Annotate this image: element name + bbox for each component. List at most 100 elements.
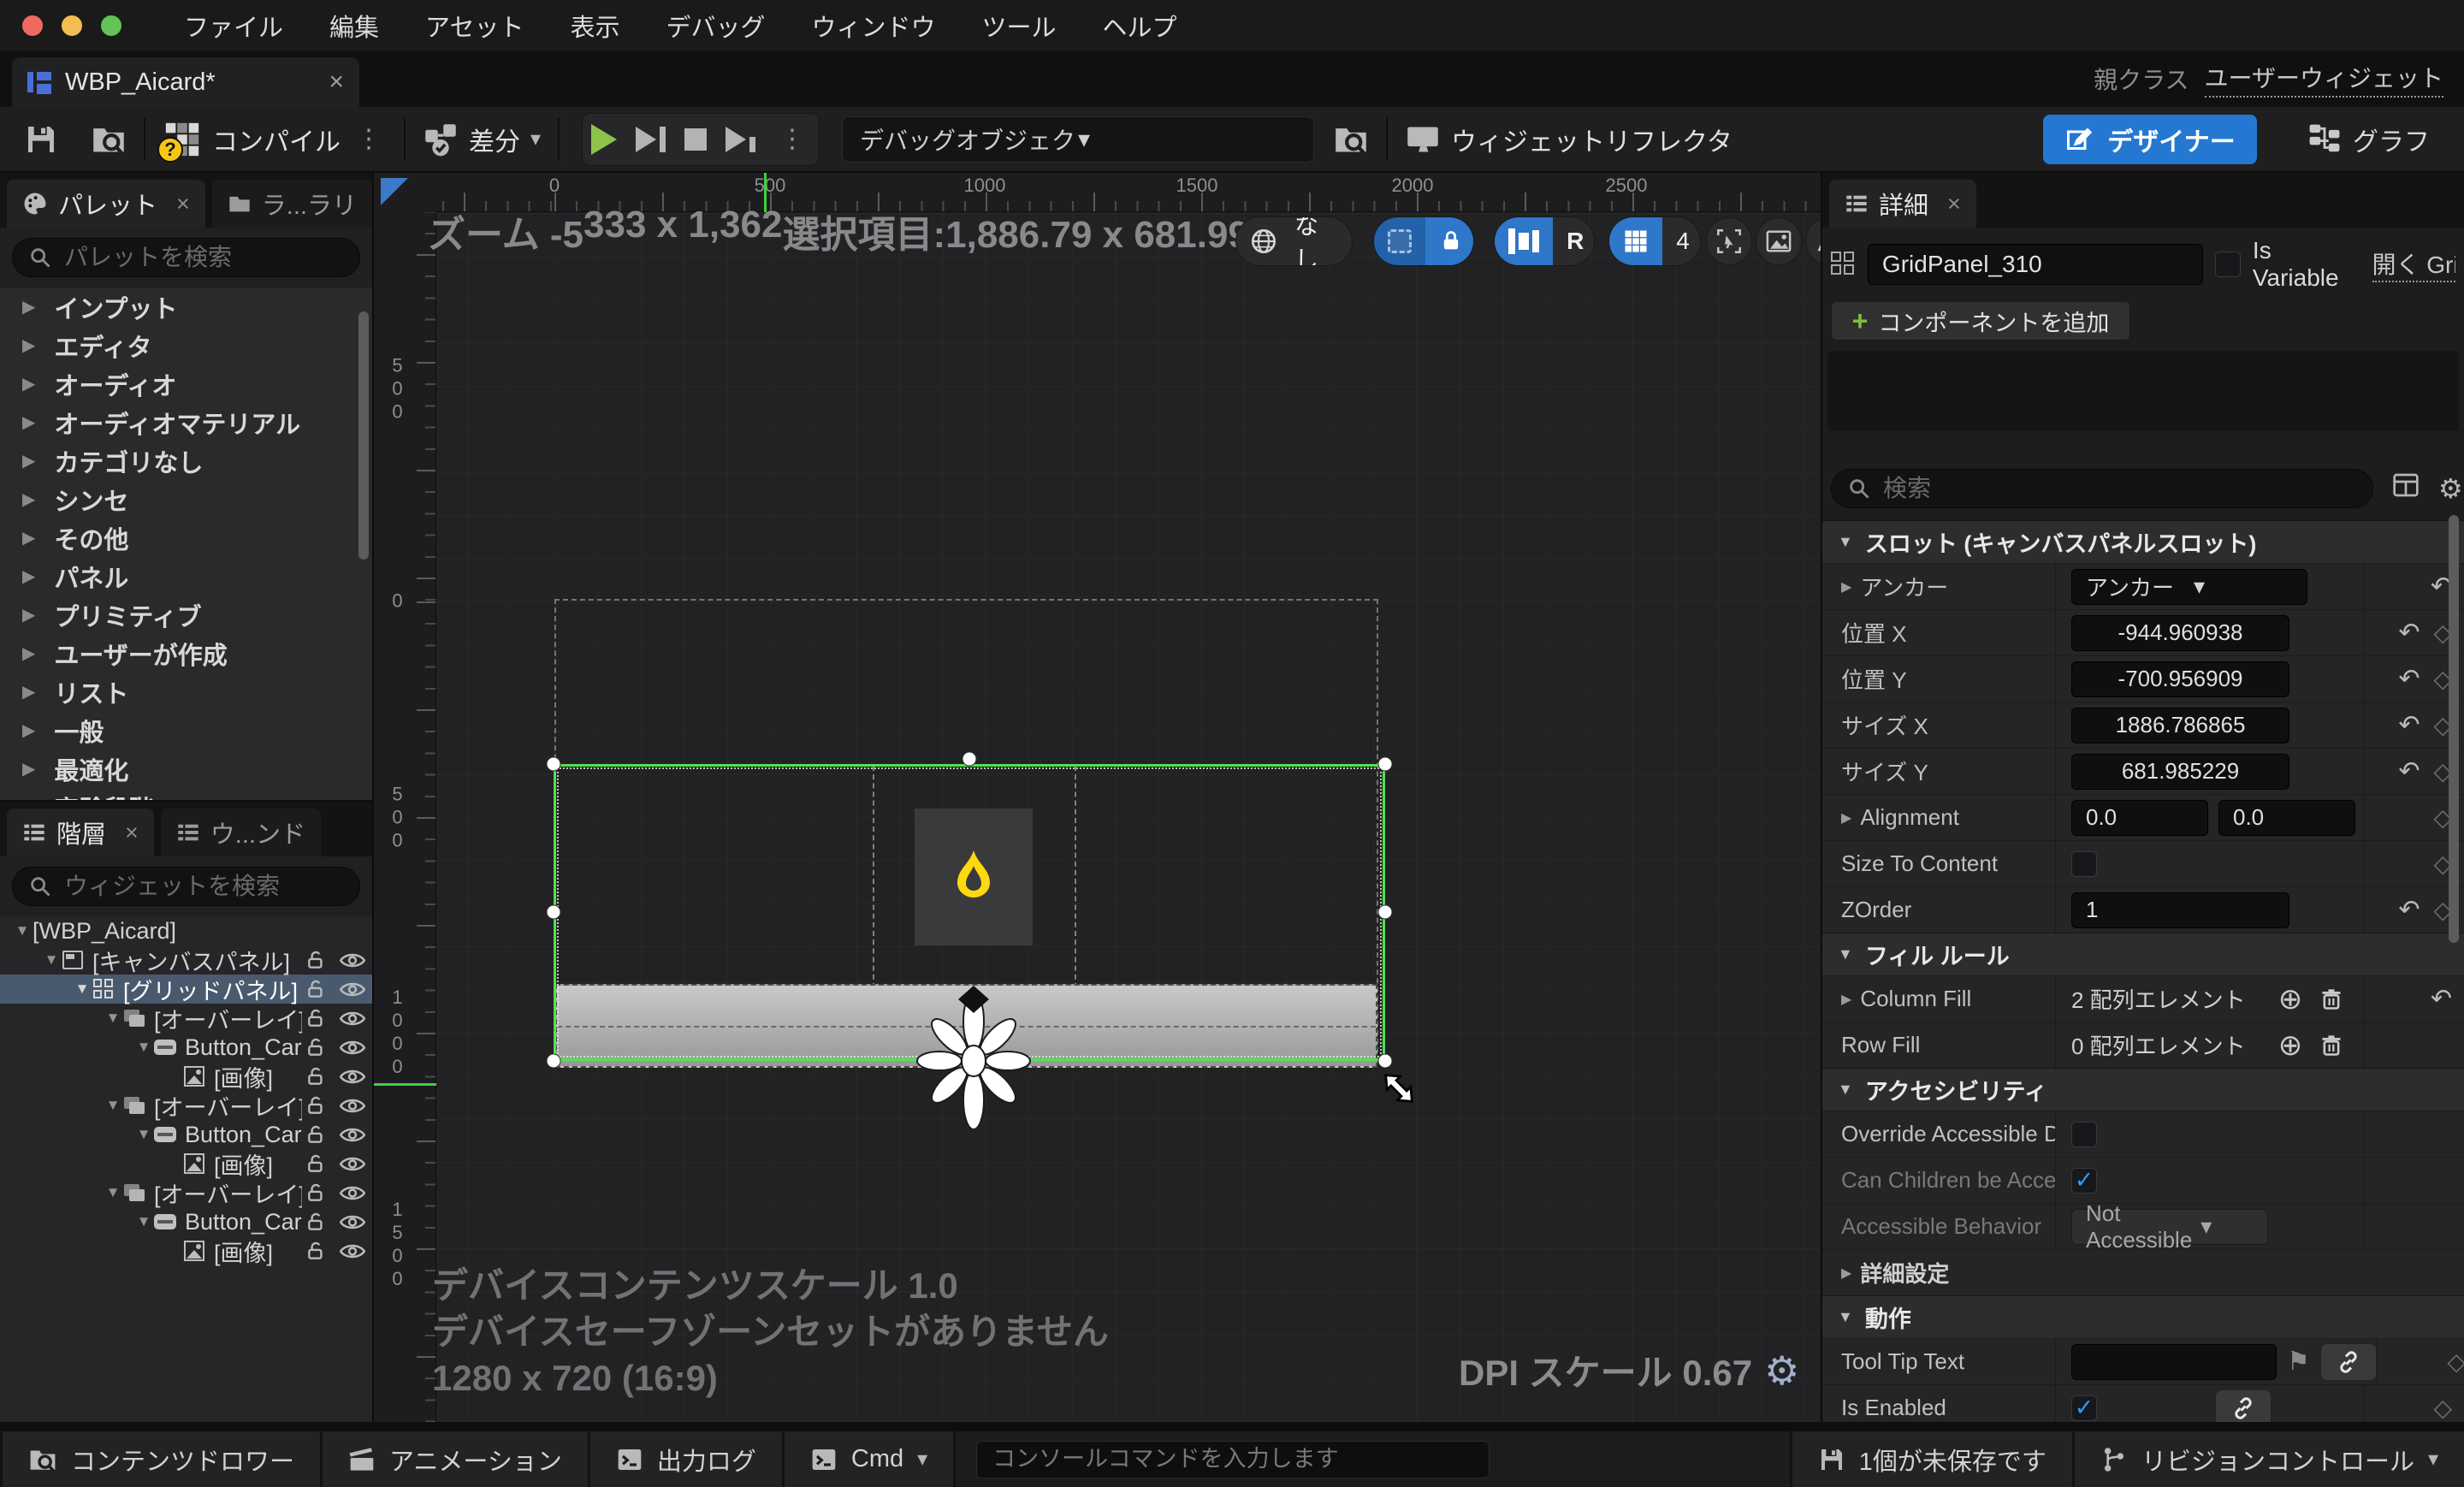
row-advanced-settings[interactable]: ▶詳細設定 — [1822, 1249, 2464, 1295]
eye-icon[interactable] — [340, 1155, 365, 1173]
menu-edit[interactable]: 編集 — [306, 0, 402, 50]
expander-icon[interactable]: ▼ — [12, 922, 33, 939]
browse-asset-icon[interactable] — [91, 121, 127, 157]
designer-canvas[interactable]: 0 500 1000 1500 2000 2500 500 0 500 1000… — [374, 173, 1821, 1422]
unsaved-assets-button[interactable]: 1個が未保存です — [1790, 1431, 2075, 1487]
localization-preview-button[interactable]: なし — [1235, 216, 1353, 266]
widget-name-input[interactable] — [1868, 244, 2203, 285]
reset-icon[interactable]: ↶ — [2431, 984, 2452, 1014]
design-surface[interactable] — [436, 212, 1821, 1422]
anchor-widget[interactable] — [914, 984, 1034, 1129]
expander-icon[interactable]: ▶ — [1841, 1265, 1851, 1282]
bind-link-button[interactable] — [2215, 1389, 2272, 1423]
reset-icon[interactable]: ↶ — [2398, 618, 2420, 648]
bind-diamond-icon[interactable]: ◇ — [2447, 1348, 2464, 1376]
position-x-input[interactable] — [2071, 615, 2289, 651]
tree-row-overlay-3[interactable]: ▼ [オーバーレイ] — [0, 1178, 372, 1207]
gear-icon[interactable]: ⚙ — [1764, 1348, 1799, 1394]
alignment-x-input[interactable] — [2071, 800, 2208, 836]
expander-icon[interactable]: ▶ — [1841, 991, 1851, 1008]
output-log-button[interactable]: 出力ログ — [590, 1431, 785, 1487]
palette-category-synth[interactable]: ▶シンセ — [0, 480, 372, 518]
tab-bind-widgets[interactable]: ウ...ンド — [161, 809, 321, 856]
expander-icon[interactable]: ▼ — [103, 1097, 123, 1114]
eye-icon[interactable] — [340, 1097, 365, 1115]
widget-reflector-button[interactable]: ウィジェットリフレクタ — [1405, 121, 1732, 158]
add-element-icon[interactable]: ⊕ — [2278, 982, 2303, 1016]
cmd-dropdown[interactable]: Cmd ▾ — [785, 1431, 956, 1487]
menu-help[interactable]: ヘルプ — [1080, 0, 1200, 50]
tree-row-button-card-draw[interactable]: ▼ Button_Card_Dra — [0, 1033, 372, 1062]
size-x-input[interactable] — [2071, 708, 2289, 744]
lock-open-icon[interactable] — [305, 1094, 328, 1117]
flip-preview-icon[interactable] — [1805, 217, 1821, 265]
palette-category-audio-material[interactable]: ▶オーディオマテリアル — [0, 403, 372, 441]
content-drawer-button[interactable]: コンテンツドロワー — [0, 1431, 323, 1487]
lock-open-icon[interactable] — [305, 1152, 328, 1175]
display-filter-icon[interactable] — [2392, 471, 2420, 506]
palette-category-primitive[interactable]: ▶プリミティブ — [0, 595, 372, 634]
trash-icon[interactable] — [2319, 987, 2343, 1011]
lock-open-icon[interactable] — [305, 1036, 328, 1058]
tree-row-image-3[interactable]: [画像] — [0, 1236, 372, 1265]
tab-library[interactable]: ラ...ラリ — [212, 180, 372, 228]
palette-search-input[interactable] — [64, 244, 344, 271]
close-icon[interactable]: × — [1947, 191, 1961, 217]
tree-row-image-1[interactable]: [画像] — [0, 1062, 372, 1091]
eye-icon[interactable] — [340, 1184, 365, 1202]
eye-icon[interactable] — [340, 1126, 365, 1144]
reset-icon[interactable]: ↶ — [2398, 756, 2420, 786]
palette-category-audio[interactable]: ▶オーディオ — [0, 364, 372, 403]
advance-button[interactable] — [726, 127, 755, 152]
expander-icon[interactable]: ▼ — [133, 1126, 154, 1143]
minimize-window-button[interactable] — [62, 15, 82, 36]
lock-open-icon[interactable] — [305, 1065, 328, 1087]
tree-row-grid-panel[interactable]: ▼ [グリッドパネル] — [0, 975, 372, 1004]
tab-hierarchy[interactable]: 階層× — [7, 809, 154, 856]
expander-icon[interactable]: ▼ — [72, 980, 92, 998]
eye-icon[interactable] — [340, 1242, 365, 1260]
anchor-dropdown[interactable]: アンカー▾ — [2071, 569, 2307, 605]
eye-icon[interactable] — [340, 951, 365, 969]
flag-icon[interactable]: ⚑ — [2287, 1347, 2310, 1377]
console-command-input[interactable] — [976, 1441, 1490, 1478]
children-accessible-checkbox[interactable]: ✓ — [2071, 1168, 2097, 1194]
resize-handle[interactable] — [547, 905, 561, 920]
grid-snap-toggle[interactable]: 4 — [1608, 216, 1701, 266]
tree-row-canvas-panel[interactable]: ▼ [キャンバスパネル] — [0, 945, 372, 975]
section-slot[interactable]: ▼スロット (キャンバスパネルスロット) — [1822, 520, 2464, 563]
size-y-input[interactable] — [2071, 754, 2289, 790]
lock-open-icon[interactable] — [305, 1007, 328, 1029]
select-mode-icon[interactable] — [1706, 217, 1752, 265]
override-accessible-checkbox[interactable] — [2071, 1122, 2097, 1147]
lock-open-icon[interactable] — [305, 1123, 328, 1146]
tree-row-overlay-2[interactable]: ▼ [オーバーレイ] — [0, 1091, 372, 1120]
animation-button[interactable]: アニメーション — [323, 1431, 590, 1487]
compile-button[interactable]: ? コンパイル ⋮ — [163, 120, 387, 159]
section-behavior[interactable]: ▼動作 — [1822, 1295, 2464, 1338]
lock-open-icon[interactable] — [305, 1240, 328, 1262]
resize-handle[interactable] — [962, 752, 977, 767]
lock-icon[interactable] — [1425, 217, 1474, 265]
hierarchy-search-input[interactable] — [64, 873, 344, 900]
browse-debug-icon[interactable] — [1333, 121, 1369, 157]
expander-icon[interactable]: ▼ — [133, 1039, 154, 1056]
eye-icon[interactable] — [340, 1213, 365, 1231]
expander-icon[interactable]: ▼ — [41, 951, 62, 969]
menu-window[interactable]: ウィンドウ — [788, 0, 958, 50]
compile-options-icon[interactable]: ⋮ — [351, 124, 387, 154]
graph-mode-button[interactable]: グラフ — [2308, 121, 2430, 158]
alignment-y-input[interactable] — [2218, 800, 2355, 836]
resize-handle[interactable] — [1378, 905, 1393, 920]
palette-category-experimental[interactable]: ▶実験段階 — [0, 788, 372, 800]
section-fill-rules[interactable]: ▼フィル ルール — [1822, 933, 2464, 975]
step-forward-button[interactable] — [636, 127, 666, 152]
close-icon[interactable]: × — [125, 820, 139, 846]
lock-open-icon[interactable] — [305, 949, 328, 971]
is-enabled-checkbox[interactable]: ✓ — [2071, 1395, 2097, 1421]
diff-button[interactable]: 差分 ▾ — [423, 121, 541, 158]
reset-icon[interactable]: ↶ — [2398, 710, 2420, 740]
eye-icon[interactable] — [340, 1039, 365, 1057]
tree-row-button-card-box[interactable]: ▼ Button_Card_Bo — [0, 1120, 372, 1149]
play-button[interactable] — [591, 124, 617, 155]
